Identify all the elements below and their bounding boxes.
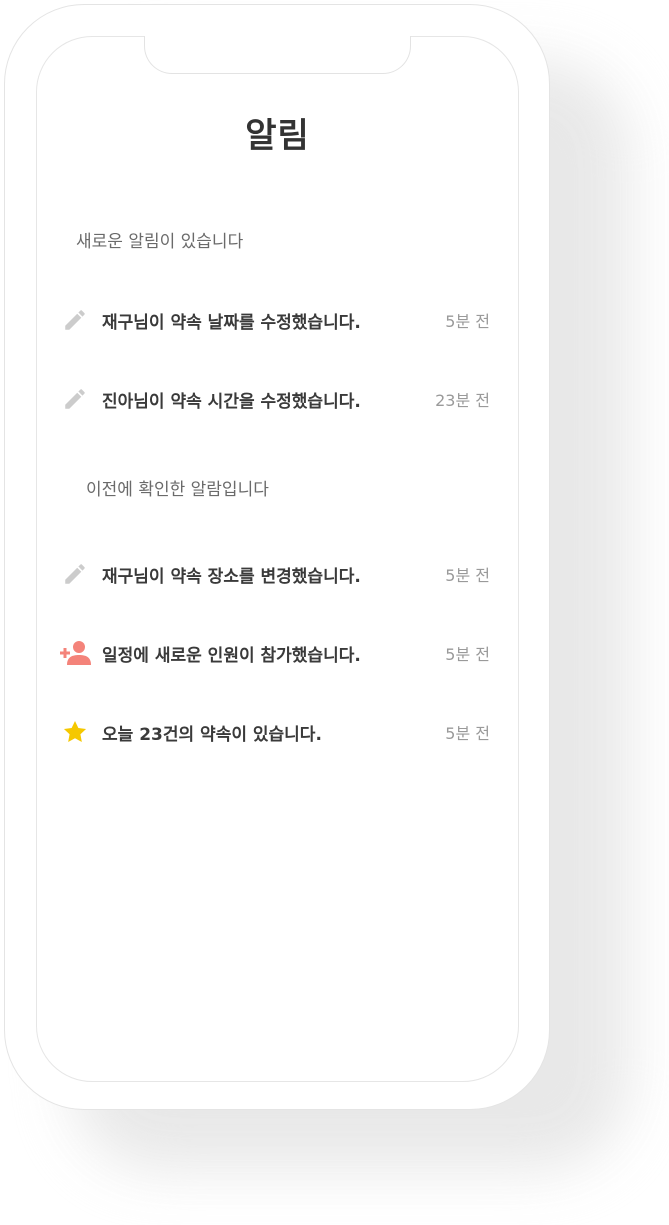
notification-time: 23분 전 [435, 391, 490, 410]
previous-notifications-label: 이전에 확인한 알람입니다 [86, 480, 269, 500]
notification-time: 5분 전 [445, 566, 490, 585]
phone-notch [144, 36, 411, 74]
notification-item[interactable]: 진아님이 약속 시간을 수정했습니다. 23분 전 [58, 379, 490, 419]
pencil-icon [58, 305, 92, 335]
pencil-icon [58, 559, 92, 589]
notification-message: 재구님이 약속 장소를 변경했습니다. [102, 566, 361, 587]
star-icon [58, 717, 92, 747]
notification-time: 5분 전 [445, 312, 490, 331]
notification-message: 일정에 새로운 인원이 참가했습니다. [102, 645, 361, 666]
notification-item[interactable]: 일정에 새로운 인원이 참가했습니다. 5분 전 [58, 633, 490, 673]
notification-time: 5분 전 [445, 645, 490, 664]
notification-item[interactable]: 재구님이 약속 장소를 변경했습니다. 5분 전 [58, 554, 490, 594]
notification-item[interactable]: 오늘 23건의 약속이 있습니다. 5분 전 [58, 712, 490, 752]
notification-time: 5분 전 [445, 724, 490, 743]
notification-message: 진아님이 약속 시간을 수정했습니다. [102, 391, 361, 412]
pencil-icon [58, 384, 92, 414]
new-notifications-label: 새로운 알림이 있습니다 [76, 232, 244, 252]
notification-item[interactable]: 재구님이 약속 날짜를 수정했습니다. 5분 전 [58, 300, 490, 340]
notification-message: 재구님이 약속 날짜를 수정했습니다. [102, 312, 361, 333]
page-title: 알림 [245, 116, 310, 156]
stage: 알림 새로운 알림이 있습니다 재구님이 약속 날짜를 수정했습니다. 5분 전… [0, 0, 669, 1225]
notification-message: 오늘 23건의 약속이 있습니다. [102, 724, 322, 745]
add-person-icon [58, 638, 92, 668]
